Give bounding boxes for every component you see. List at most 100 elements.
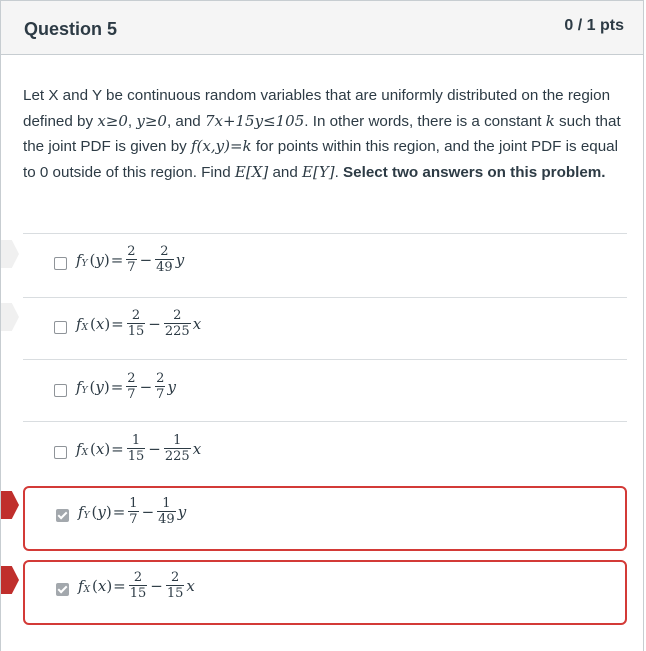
- quiz-question-card: Question 5 0 / 1 pts Let X and Y be cont…: [0, 0, 644, 651]
- answer-marker: [1, 303, 19, 331]
- term-variable: y: [177, 502, 187, 521]
- answer-option[interactable]: f Y(y) = 2 7−2 49 y: [23, 234, 627, 296]
- term-variable: x: [192, 314, 202, 333]
- math-joint-pdf: f(x,y)=k: [190, 137, 252, 155]
- fraction-numerator: 1: [129, 496, 138, 511]
- fraction-denominator: 15: [126, 448, 146, 464]
- fraction-numerator: 1: [162, 496, 171, 511]
- paren-close: ): [104, 314, 111, 333]
- term-variable: x: [192, 439, 202, 458]
- question-text: Let X and Y be continuous random variabl…: [23, 83, 623, 185]
- equals-sign: =: [112, 502, 126, 521]
- minus-sign: −: [150, 576, 163, 595]
- answer-option[interactable]: f Y(y) = 1 7−1 49 y: [23, 486, 627, 551]
- math-ey: E[Y]: [302, 162, 335, 181]
- fraction-denominator: 15: [128, 585, 148, 601]
- answer-checkbox[interactable]: [54, 257, 67, 270]
- fraction-denominator: 15: [126, 323, 146, 339]
- function-subscript: Y: [81, 258, 88, 269]
- answer-formula: f X(x) = 1 15−1 225 x: [76, 434, 201, 463]
- paren-close: ): [103, 377, 110, 396]
- function-subscript: X: [81, 447, 88, 458]
- fraction-denominator: 15: [165, 585, 185, 601]
- term-variable: x: [186, 576, 195, 595]
- function-variable: y: [97, 502, 106, 521]
- function-subscript: Y: [81, 385, 88, 396]
- minus-sign: −: [139, 250, 153, 269]
- fraction-numerator: 2: [171, 570, 180, 585]
- fraction-numerator: 2: [127, 371, 136, 386]
- fraction-denominator: 225: [163, 448, 191, 464]
- math-cond-2: y≥0: [136, 111, 167, 130]
- fraction: 2 15: [126, 308, 146, 339]
- fraction: 27: [155, 371, 166, 402]
- equals-sign: =: [111, 439, 124, 458]
- fraction-denominator: 49: [155, 259, 174, 275]
- answer-formula: f Y(y) = 2 7−2 49 y: [76, 245, 184, 274]
- paren-close: ): [105, 502, 112, 521]
- fraction: 2 225: [163, 309, 191, 339]
- fraction-denominator: 225: [163, 323, 191, 339]
- math-cond-3: 7x+15y≤105: [204, 111, 305, 130]
- prompt-text-2: . In other words, there is a constant: [304, 112, 546, 130]
- incorrect-answer-marker: [1, 566, 19, 594]
- answer-marker: [1, 240, 19, 268]
- function-subscript: Y: [83, 510, 90, 521]
- answer-option[interactable]: f Y(y) = 2 7−2 7 y: [23, 361, 627, 423]
- answer-formula: f Y(y) = 1 7−1 49 y: [78, 497, 186, 526]
- term-variable: y: [175, 250, 185, 269]
- function-variable: x: [95, 314, 105, 333]
- function-variable: x: [95, 439, 105, 458]
- fraction-numerator: 2: [156, 371, 165, 386]
- minus-sign: −: [148, 439, 161, 458]
- fraction-numerator: 2: [127, 244, 136, 259]
- equals-sign: =: [110, 377, 124, 396]
- fraction-numerator: 2: [160, 244, 169, 259]
- math-k: k: [545, 111, 555, 130]
- fraction: 1 225: [163, 433, 191, 464]
- incorrect-answer-marker: [1, 491, 19, 519]
- math-ex: E[X]: [234, 162, 269, 181]
- question-header: Question 5 0 / 1 pts: [1, 0, 643, 55]
- answer-formula: f X(x) = 2 15−2 15 x: [78, 571, 195, 600]
- function-variable: x: [97, 576, 107, 595]
- answer-option[interactable]: f X(x) = 2 15−2 225 x: [23, 298, 627, 360]
- prompt-text-5: .: [334, 163, 344, 181]
- fraction-denominator: 7: [155, 386, 166, 402]
- fraction-denominator: 7: [126, 386, 137, 402]
- answer-option[interactable]: f X(x) = 1 15−1 225 x: [23, 423, 627, 485]
- answer-option[interactable]: f X(x) = 2 15−2 15 x: [23, 560, 627, 625]
- fraction-numerator: 1: [173, 433, 182, 448]
- answer-formula: f X(x) = 2 15−2 225 x: [76, 309, 201, 338]
- fraction-denominator: 7: [126, 259, 137, 275]
- prompt-instruction: Select two answers on this problem.: [343, 163, 606, 181]
- question-title: Question 5: [24, 19, 118, 39]
- answer-checkbox[interactable]: [54, 321, 67, 334]
- math-cond-1: x≥0: [97, 111, 128, 130]
- paren-close: ): [104, 439, 111, 458]
- question-points: 0 / 1 pts: [564, 17, 624, 34]
- equals-sign: =: [113, 576, 126, 595]
- fraction: 2 49: [155, 245, 174, 274]
- answer-checkbox[interactable]: [54, 446, 67, 459]
- fraction: 1 49: [157, 497, 176, 526]
- equals-sign: =: [111, 314, 124, 333]
- answer-checkbox[interactable]: [56, 509, 69, 522]
- function-variable: y: [95, 250, 104, 269]
- fraction-denominator: 7: [128, 511, 139, 527]
- paren-close: ): [106, 576, 113, 595]
- fraction: 27: [126, 371, 137, 402]
- fraction-numerator: 2: [131, 308, 141, 323]
- minus-sign: −: [139, 377, 153, 396]
- fraction-denominator: 49: [157, 511, 176, 527]
- fraction: 1 15: [126, 434, 146, 464]
- answer-formula: f Y(y) = 2 7−2 7 y: [76, 372, 176, 401]
- equals-sign: =: [110, 250, 124, 269]
- answer-checkbox[interactable]: [54, 384, 67, 397]
- fraction: 17: [128, 496, 139, 527]
- minus-sign: −: [141, 502, 155, 521]
- term-variable: y: [167, 377, 176, 396]
- fraction: 2 15: [165, 570, 185, 601]
- answer-checkbox[interactable]: [56, 583, 69, 596]
- function-subscript: X: [81, 322, 88, 333]
